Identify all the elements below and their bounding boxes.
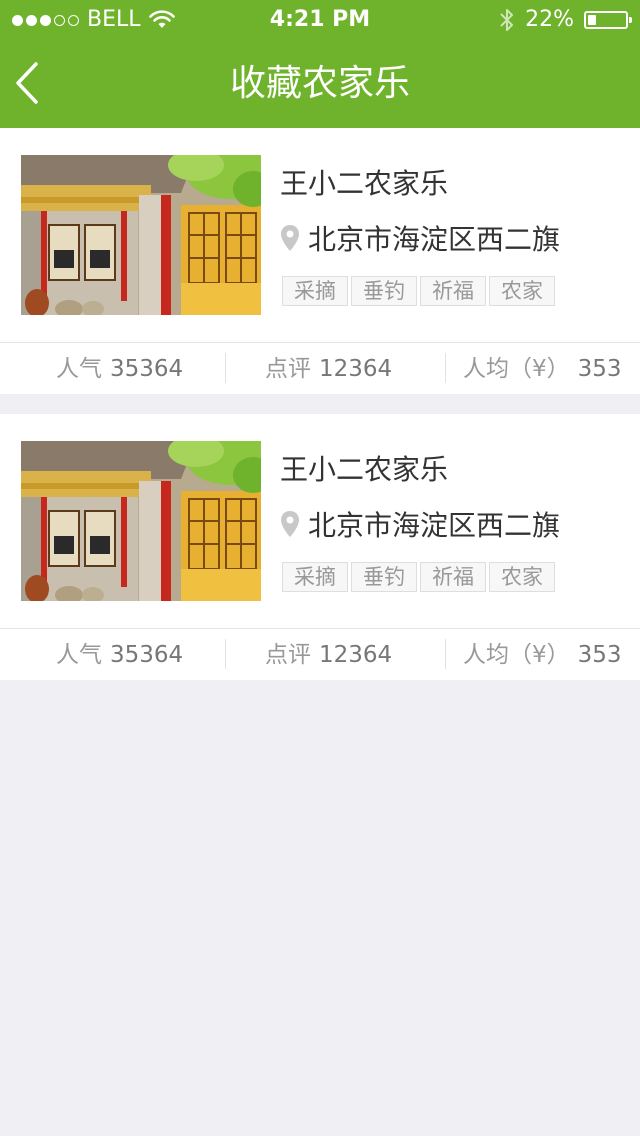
popularity-value: 35364 bbox=[110, 642, 184, 668]
battery-level bbox=[588, 15, 596, 25]
avg-price-label: 人均（¥） bbox=[463, 356, 570, 382]
avg-price-value: 353 bbox=[577, 356, 622, 382]
farmhouse-photo bbox=[21, 441, 261, 601]
tag: 祈福 bbox=[420, 276, 486, 306]
stat-popularity: 人气 35364 bbox=[56, 629, 183, 681]
location-pin-icon bbox=[281, 225, 299, 251]
header: BELL 4:21 PM 22% 收藏农家乐 bbox=[0, 0, 640, 128]
reviews-value: 12364 bbox=[319, 642, 393, 668]
tag: 垂钓 bbox=[351, 276, 417, 306]
stat-popularity: 人气 35364 bbox=[56, 343, 183, 395]
farmhouse-address: 北京市海淀区西二旗 bbox=[280, 504, 560, 544]
tag: 采摘 bbox=[282, 276, 348, 306]
divider bbox=[445, 353, 446, 383]
stats-row: 人气 35364 点评 12364 人均（¥） 353 bbox=[0, 342, 640, 394]
divider bbox=[225, 639, 226, 669]
status-right: 22% bbox=[499, 0, 632, 40]
location-pin-icon bbox=[281, 511, 299, 537]
popularity-label: 人气 bbox=[56, 642, 102, 668]
nav-bar: 收藏农家乐 bbox=[0, 40, 640, 128]
divider bbox=[225, 353, 226, 383]
battery-percent: 22% bbox=[525, 7, 574, 32]
reviews-label: 点评 bbox=[265, 356, 311, 382]
farmhouse-address: 北京市海淀区西二旗 bbox=[280, 218, 560, 258]
farmhouse-name: 王小二农家乐 bbox=[280, 167, 449, 200]
tag: 祈福 bbox=[420, 562, 486, 592]
avg-price-label: 人均（¥） bbox=[463, 642, 570, 668]
tag-list: 采摘 垂钓 祈福 农家 bbox=[282, 562, 555, 592]
tag: 农家 bbox=[489, 276, 555, 306]
farmhouse-name: 王小二农家乐 bbox=[280, 453, 449, 486]
stat-avg-price: 人均（¥） 353 bbox=[463, 343, 622, 395]
address-text: 北京市海淀区西二旗 bbox=[308, 509, 561, 542]
page-title: 收藏农家乐 bbox=[229, 63, 410, 104]
reviews-label: 点评 bbox=[265, 642, 311, 668]
tag: 垂钓 bbox=[351, 562, 417, 592]
favorite-card[interactable]: 王小二农家乐 北京市海淀区西二旗 采摘 垂钓 祈福 农家 人气 35364 点评 1… bbox=[0, 128, 640, 394]
stat-reviews: 点评 12364 bbox=[265, 629, 392, 681]
tag: 农家 bbox=[489, 562, 555, 592]
tag-list: 采摘 垂钓 祈福 农家 bbox=[282, 276, 555, 306]
favorite-card[interactable]: 王小二农家乐 北京市海淀区西二旗 采摘 垂钓 祈福 农家 人气 35364 点评 1… bbox=[0, 414, 640, 680]
popularity-value: 35364 bbox=[110, 356, 184, 382]
stat-reviews: 点评 12364 bbox=[265, 343, 392, 395]
status-bar: BELL 4:21 PM 22% bbox=[0, 0, 640, 40]
bluetooth-icon bbox=[500, 9, 514, 31]
reviews-value: 12364 bbox=[319, 356, 393, 382]
stats-row: 人气 35364 点评 12364 人均（¥） 353 bbox=[0, 628, 640, 680]
divider bbox=[445, 639, 446, 669]
stat-avg-price: 人均（¥） 353 bbox=[463, 629, 622, 681]
popularity-label: 人气 bbox=[56, 356, 102, 382]
address-text: 北京市海淀区西二旗 bbox=[308, 223, 561, 256]
tag: 采摘 bbox=[282, 562, 348, 592]
battery-icon bbox=[584, 11, 632, 29]
avg-price-value: 353 bbox=[577, 642, 622, 668]
farmhouse-photo bbox=[21, 155, 261, 315]
